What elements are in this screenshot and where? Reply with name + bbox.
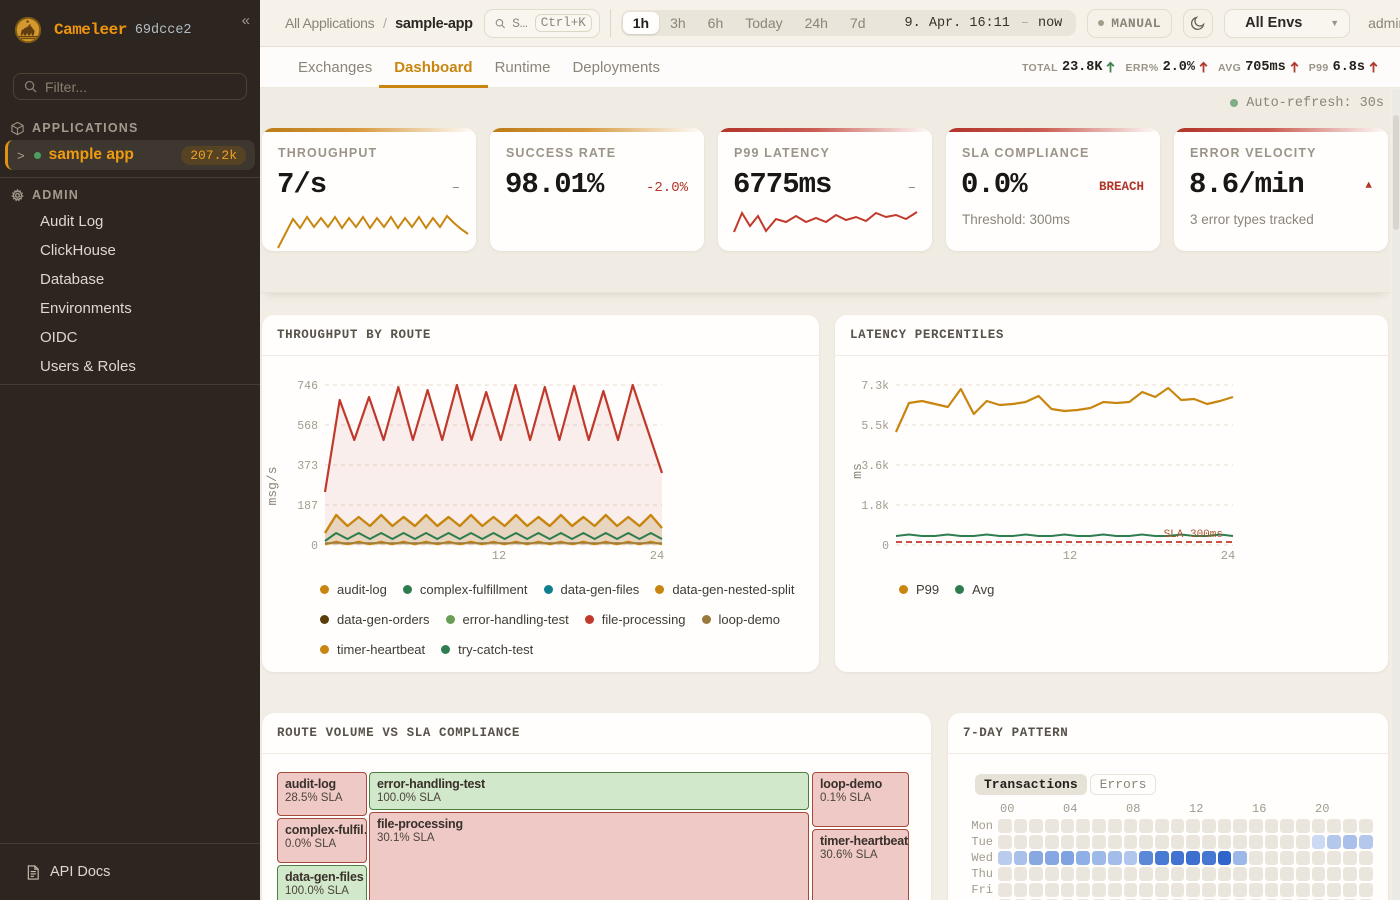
svg-text:1.8k: 1.8k — [861, 500, 889, 513]
svg-text:SLA 300ms: SLA 300ms — [1164, 529, 1223, 541]
svg-text:ms: ms — [850, 463, 865, 479]
svg-text:12: 12 — [1063, 549, 1077, 563]
svg-text:0: 0 — [882, 540, 889, 553]
svg-text:12: 12 — [492, 549, 506, 563]
svg-text:0: 0 — [311, 540, 318, 553]
svg-text:746: 746 — [297, 380, 318, 393]
svg-text:187: 187 — [297, 500, 318, 513]
svg-text:24: 24 — [1221, 549, 1235, 563]
svg-text:3.6k: 3.6k — [861, 460, 889, 473]
svg-text:373: 373 — [297, 460, 318, 473]
svg-text:msg/s: msg/s — [265, 466, 280, 505]
svg-text:568: 568 — [297, 420, 318, 433]
svg-text:5.5k: 5.5k — [861, 420, 889, 433]
svg-text:7.3k: 7.3k — [861, 380, 889, 393]
svg-text:24: 24 — [650, 549, 664, 563]
